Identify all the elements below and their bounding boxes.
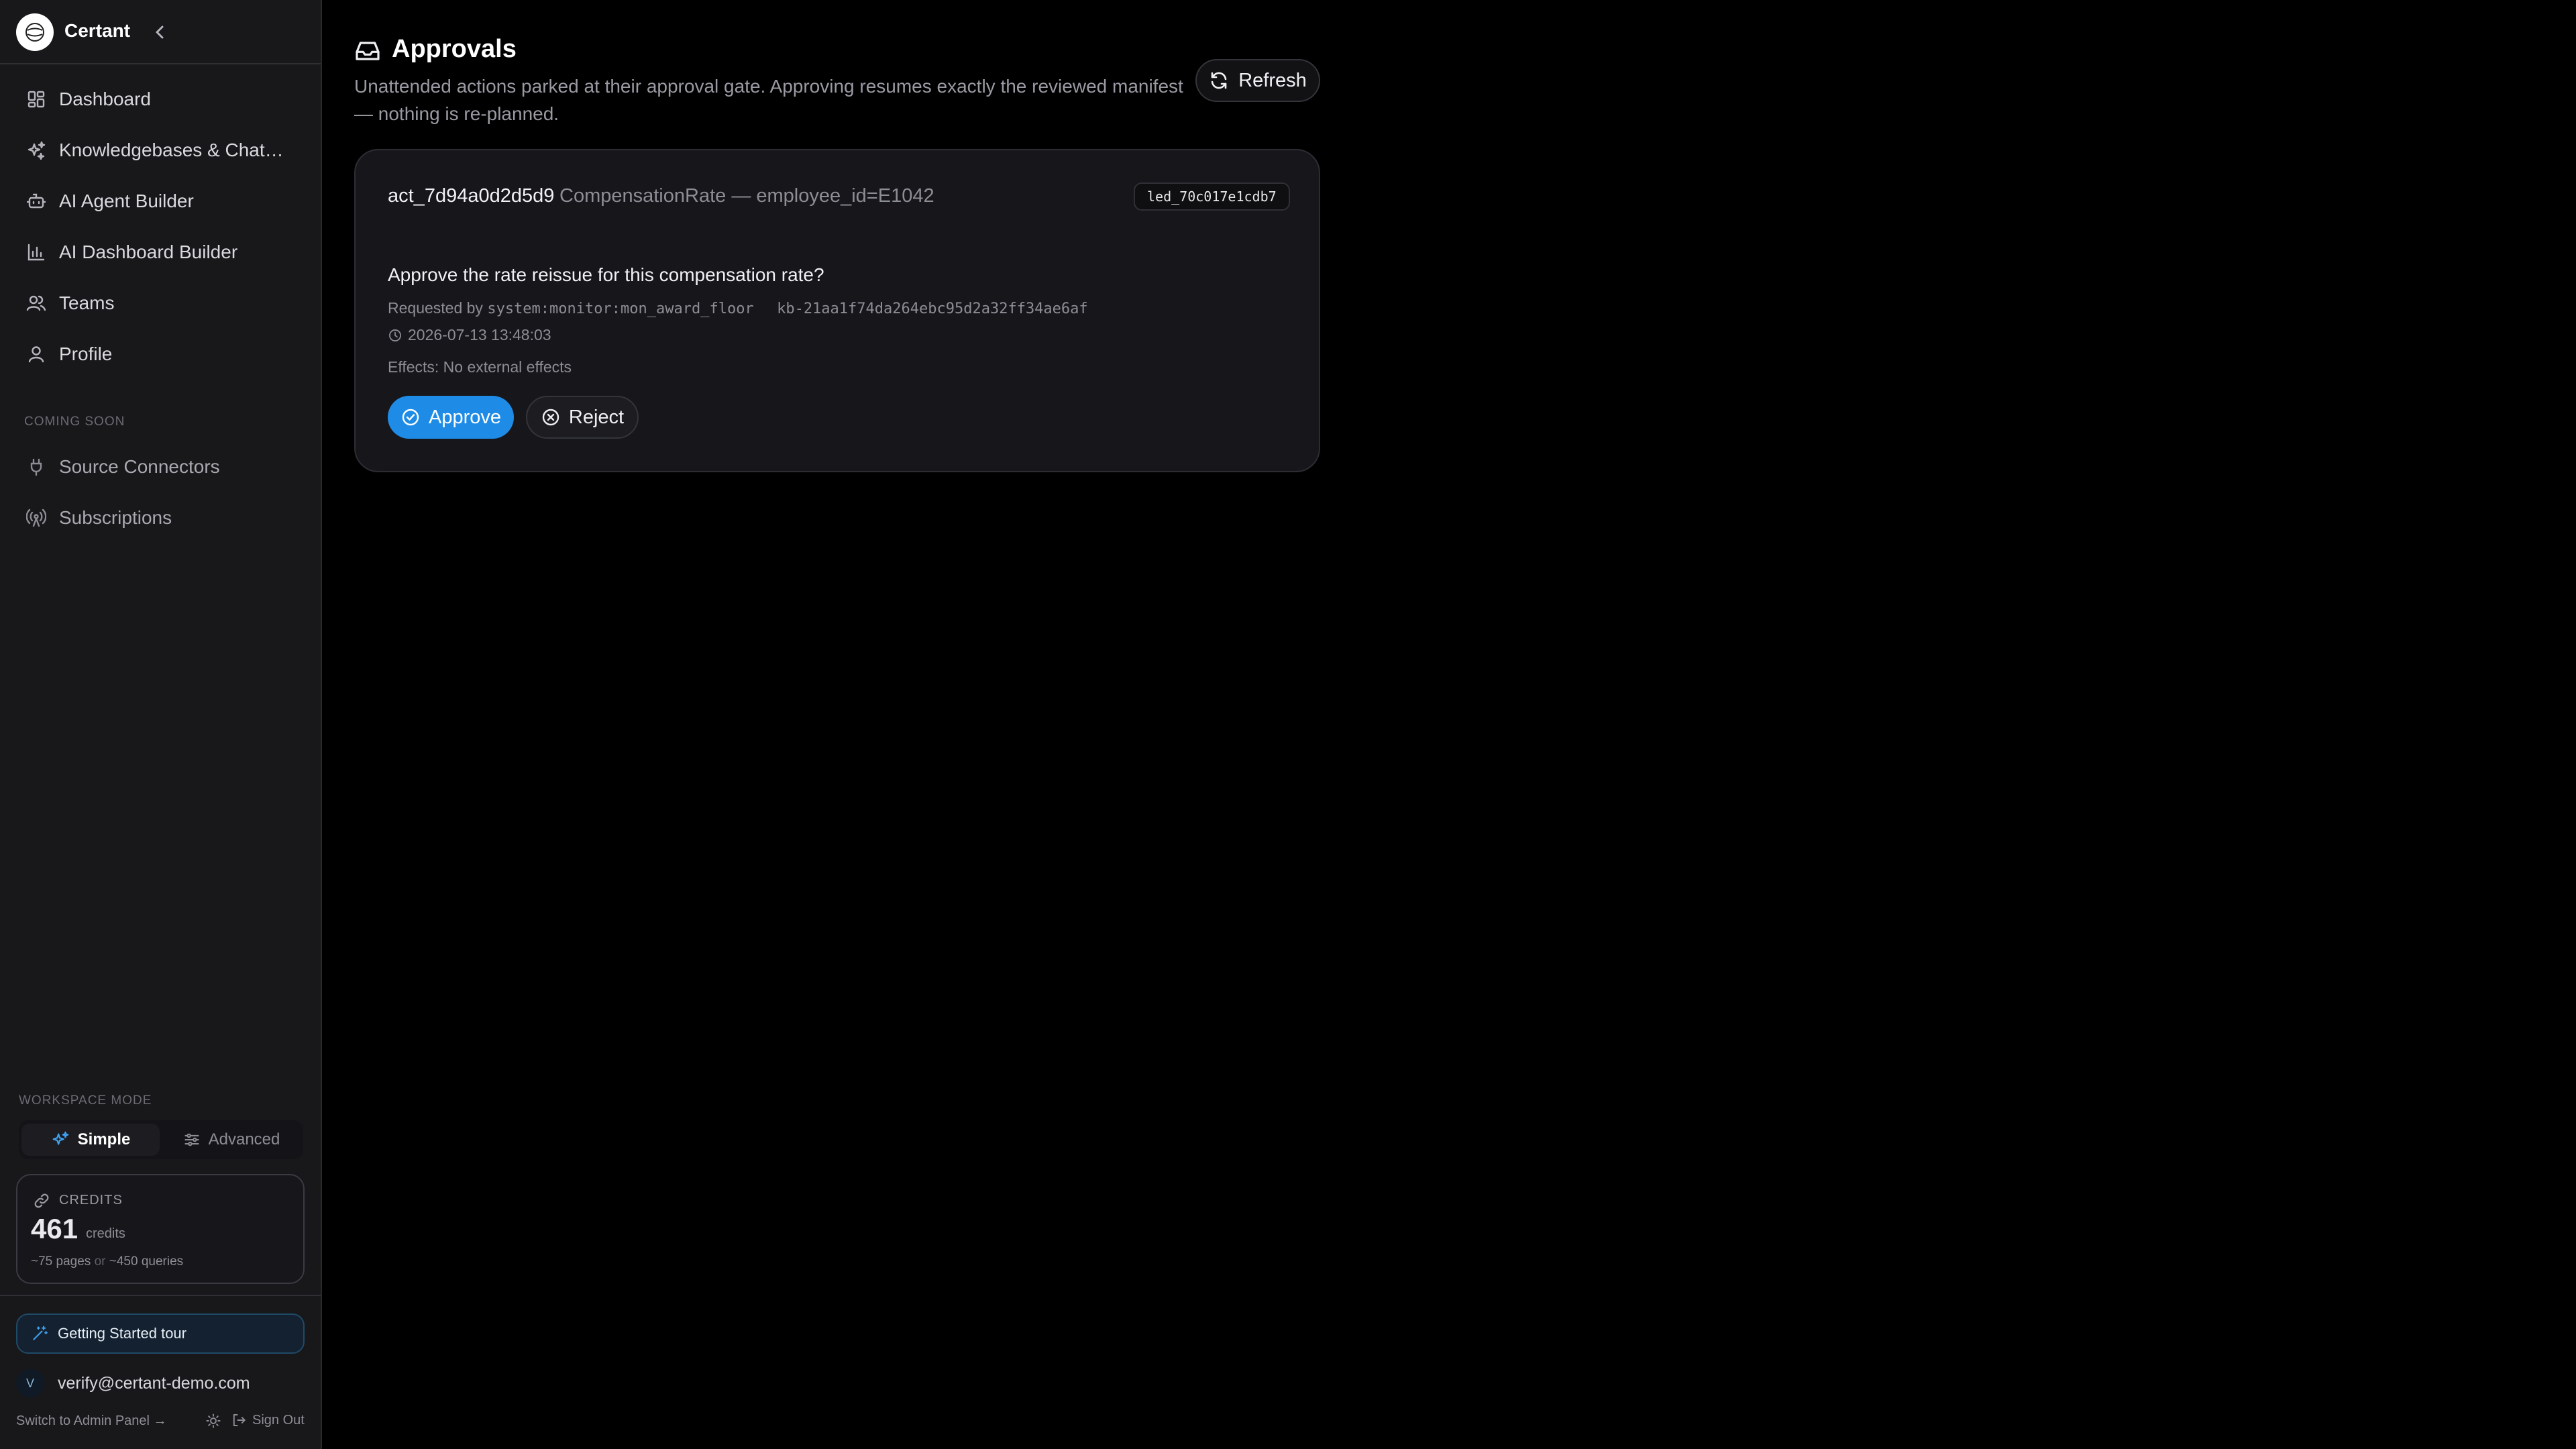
sidebar: Certant Dashboard Knowledgebases & Chatb… (0, 0, 322, 1449)
clock-icon (389, 329, 401, 341)
sidebar-item-dashboard[interactable]: Dashboard (16, 79, 306, 119)
requested-by-label: Requested by (388, 299, 483, 317)
credits-amount: 461 (31, 1213, 78, 1244)
kb-id: kb-21aa1f74da264ebc95d2a32ff34ae6af (777, 301, 1088, 317)
workspace-mode-label: WORKSPACE MODE (19, 1093, 152, 1108)
approve-button[interactable]: Approve (388, 396, 514, 439)
sidebar-item-label: Subscriptions (59, 507, 172, 528)
log-out-icon (233, 1414, 246, 1426)
tour-label: Getting Started tour (58, 1325, 186, 1342)
sliders-icon (184, 1133, 199, 1146)
mode-simple-label: Simple (77, 1130, 131, 1148)
bar-chart-icon (23, 239, 50, 266)
credits-title: CREDITS (59, 1193, 123, 1208)
action-id: act_7d94a0d2d5d9 (388, 185, 555, 207)
broadcast-icon (23, 504, 50, 531)
sparkles-icon (52, 1131, 68, 1145)
check-circle-icon (402, 409, 419, 426)
requester-id: system:monitor:mon_award_floor (487, 301, 754, 317)
chevron-left-icon (156, 25, 164, 39)
credits-or: or (94, 1254, 106, 1269)
certant-logo-icon (16, 13, 54, 51)
sidebar-divider (0, 1295, 321, 1296)
page-title: Approvals (392, 35, 517, 63)
sign-out-button[interactable]: Sign Out (231, 1412, 305, 1428)
mode-advanced-label: Advanced (208, 1130, 280, 1148)
user-icon (23, 341, 50, 368)
dashboard-grid-icon (23, 86, 50, 113)
credits-queries: ~450 queries (109, 1254, 184, 1269)
plug-icon (23, 453, 50, 480)
page-description: Unattended actions parked at their appro… (354, 76, 1183, 124)
user-email: verify@certant-demo.com (58, 1373, 250, 1393)
credits-pages: ~75 pages (31, 1254, 91, 1269)
mode-advanced-button[interactable]: Advanced (162, 1124, 301, 1156)
approval-question: Approve the rate reissue for this compen… (388, 264, 824, 285)
avatar: V (16, 1369, 44, 1397)
magic-wand-icon (33, 1326, 48, 1340)
requested-by: Requested by system:monitor:mon_award_fl… (388, 299, 1088, 317)
sidebar-item-profile[interactable]: Profile (16, 334, 306, 374)
coming-soon-heading: COMING SOON (24, 415, 125, 429)
sidebar-item-subscriptions[interactable]: Subscriptions (16, 498, 306, 538)
credits-card: CREDITS 461 credits ~75 pages or ~450 qu… (16, 1174, 305, 1284)
x-circle-icon (542, 409, 559, 426)
bot-icon (23, 188, 50, 215)
refresh-icon (1211, 72, 1227, 89)
sign-out-label: Sign Out (252, 1412, 305, 1428)
refresh-button[interactable]: Refresh (1195, 59, 1320, 102)
inbox-icon (354, 38, 381, 68)
sidebar-item-label: AI Agent Builder (59, 191, 194, 211)
brand-header: Certant (0, 0, 321, 64)
workspace-mode-toggle: Simple Advanced (19, 1120, 303, 1159)
sidebar-item-label: Teams (59, 292, 115, 313)
app-root: Certant Dashboard Knowledgebases & Chatb… (0, 0, 2576, 1449)
refresh-label: Refresh (1238, 69, 1307, 91)
sparkles-icon (23, 137, 50, 164)
sidebar-item-ai-agent-builder[interactable]: AI Agent Builder (16, 181, 306, 221)
sidebar-item-knowledgebases[interactable]: Knowledgebases & Chatb… (16, 130, 306, 170)
link-icon (32, 1191, 51, 1214)
sidebar-item-label: Knowledgebases & Chatb… (59, 140, 294, 160)
approval-card: act_7d94a0d2d5d9 CompensationRate — empl… (354, 149, 1320, 472)
request-timestamp: 2026-07-13 13:48:03 (388, 326, 551, 344)
ledger-id-badge: led_70c017e1cdb7 (1134, 182, 1290, 211)
sidebar-item-label: Dashboard (59, 89, 151, 109)
collapse-sidebar-button[interactable] (149, 20, 170, 44)
approve-label: Approve (428, 406, 501, 428)
user-account[interactable]: V verify@certant-demo.com (16, 1368, 250, 1398)
reject-button[interactable]: Reject (526, 396, 639, 439)
credits-estimate: ~75 pages or ~450 queries (31, 1254, 183, 1269)
mode-simple-button[interactable]: Simple (21, 1124, 160, 1156)
app-name: Certant (64, 20, 131, 41)
sidebar-item-ai-dashboard-builder[interactable]: AI Dashboard Builder (16, 232, 306, 272)
timestamp-text: 2026-07-13 13:48:03 (408, 326, 551, 343)
sidebar-item-label: Profile (59, 343, 113, 364)
getting-started-tour-button[interactable]: Getting Started tour (16, 1313, 305, 1354)
action-entity: CompensationRate — employee_id=E1042 (559, 185, 934, 207)
theme-toggle-sun-icon[interactable] (205, 1413, 221, 1432)
switch-admin-link[interactable]: Switch to Admin Panel → (16, 1413, 167, 1429)
sidebar-item-teams[interactable]: Teams (16, 283, 306, 323)
users-icon (23, 290, 50, 317)
sidebar-item-label: AI Dashboard Builder (59, 241, 238, 262)
credits-unit: credits (86, 1226, 125, 1241)
reject-label: Reject (568, 406, 625, 428)
effects-text: Effects: No external effects (388, 358, 572, 376)
sidebar-item-label: Source Connectors (59, 456, 220, 477)
sidebar-item-source-connectors[interactable]: Source Connectors (16, 447, 306, 487)
